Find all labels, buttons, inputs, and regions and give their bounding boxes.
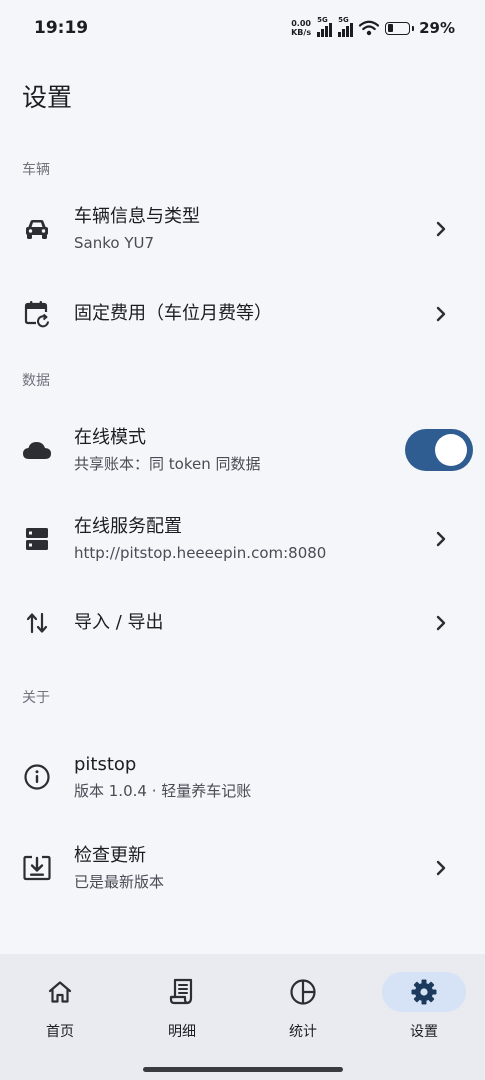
setting-title: 在线服务配置	[74, 516, 182, 537]
network-speed-unit: KB/s	[291, 28, 312, 37]
chevron-right-icon	[433, 531, 449, 547]
nav-label: 明细	[168, 1024, 196, 1040]
toggle-knob	[435, 434, 467, 466]
settings-list: 车辆 车辆信息与类型 Sanko YU7 固定费用（车位月费等） 数据 在线模式…	[0, 127, 485, 913]
nav-item-settings[interactable]: 设置	[382, 972, 466, 1042]
calendar-refresh-icon	[22, 299, 52, 329]
signal-icon: 5G	[338, 16, 354, 37]
pie-chart-icon	[290, 979, 316, 1005]
car-icon	[22, 214, 52, 244]
signal-tag: 5G	[317, 16, 328, 24]
setting-title: pitstop	[74, 754, 137, 775]
download-box-icon	[22, 853, 52, 883]
section-title: 车辆	[22, 162, 50, 178]
status-bar: 19:19 0.00 KB/s 5G 5G 29%	[0, 0, 485, 56]
import-export-icon	[22, 608, 52, 638]
setting-about-app[interactable]: pitstop 版本 1.0.4 · 轻量养车记账	[0, 731, 485, 823]
setting-subtitle: 共享账本：同 token 同数据	[74, 455, 261, 473]
server-icon	[22, 524, 52, 554]
nav-item-home[interactable]: 首页	[18, 972, 102, 1042]
setting-vehicle-info[interactable]: 车辆信息与类型 Sanko YU7	[0, 181, 485, 277]
signal-icon: 5G	[317, 16, 333, 37]
section-title: 数据	[22, 373, 50, 389]
network-speed: 0.00 KB/s	[291, 19, 311, 37]
home-indicator	[143, 1067, 343, 1072]
network-speed-value: 0.00	[291, 19, 311, 28]
status-icons: 0.00 KB/s 5G 5G 29%	[291, 16, 455, 37]
chevron-right-icon	[433, 306, 449, 322]
setting-title: 在线模式	[74, 427, 146, 448]
nav-label: 设置	[410, 1024, 438, 1040]
setting-fixed-costs[interactable]: 固定费用（车位月费等）	[0, 277, 485, 351]
nav-label: 统计	[289, 1024, 317, 1040]
nav-pill	[261, 972, 345, 1012]
setting-check-update[interactable]: 检查更新 已是最新版本	[0, 823, 485, 913]
chevron-right-icon	[433, 860, 449, 876]
section-header-data: 数据	[0, 351, 485, 407]
section-title: 关于	[22, 690, 50, 706]
page-title: 设置	[22, 83, 73, 112]
battery-percent: 29%	[419, 19, 455, 37]
setting-import-export[interactable]: 导入 / 导出	[0, 585, 485, 661]
nav-label: 首页	[46, 1024, 74, 1040]
section-header-about: 关于	[0, 661, 485, 731]
status-time: 19:19	[34, 18, 89, 38]
setting-subtitle: 版本 1.0.4 · 轻量养车记账	[74, 782, 252, 800]
gear-icon	[411, 979, 437, 1005]
nav-item-details[interactable]: 明细	[140, 972, 224, 1042]
cloud-icon	[22, 435, 52, 465]
bottom-nav: 首页 明细 统计 设置	[0, 954, 485, 1080]
receipt-icon	[169, 978, 193, 1005]
setting-title: 检查更新	[74, 845, 146, 866]
setting-title: 导入 / 导出	[74, 612, 164, 633]
battery-icon: 29%	[385, 19, 455, 37]
nav-pill	[18, 972, 102, 1012]
home-icon	[48, 981, 72, 1003]
nav-pill	[382, 972, 466, 1012]
setting-title: 车辆信息与类型	[74, 206, 200, 227]
setting-online-mode[interactable]: 在线模式 共享账本：同 token 同数据	[0, 407, 485, 493]
nav-item-stats[interactable]: 统计	[261, 972, 345, 1042]
setting-online-service-config[interactable]: 在线服务配置 http://pitstop.heeeepin.com:8080	[0, 493, 485, 585]
setting-subtitle: 已是最新版本	[74, 873, 165, 891]
chevron-right-icon	[433, 221, 449, 237]
wifi-icon	[359, 20, 380, 36]
setting-title: 固定费用（车位月费等）	[74, 303, 272, 324]
setting-subtitle: http://pitstop.heeeepin.com:8080	[74, 544, 327, 562]
info-icon	[22, 762, 52, 792]
nav-pill	[140, 972, 224, 1012]
chevron-right-icon	[433, 615, 449, 631]
signal-tag: 5G	[338, 16, 349, 24]
setting-subtitle: Sanko YU7	[74, 234, 155, 252]
online-mode-toggle[interactable]	[405, 429, 473, 471]
